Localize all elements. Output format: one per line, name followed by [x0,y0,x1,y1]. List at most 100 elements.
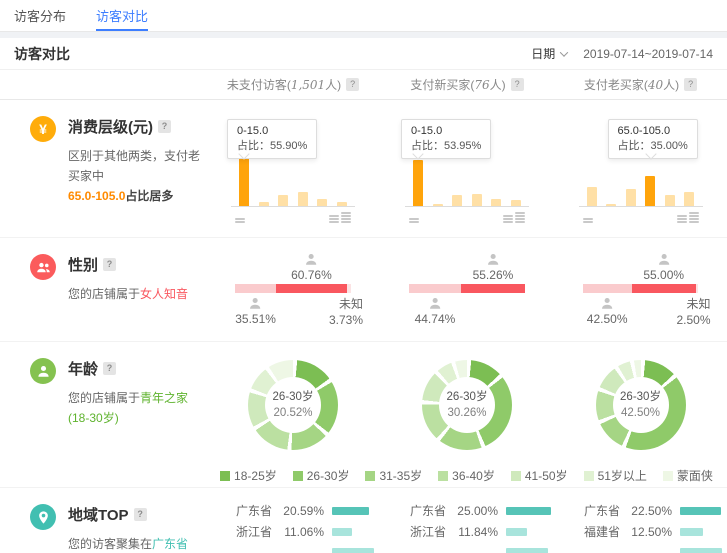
help-icon[interactable]: ? [511,78,524,91]
consumption-bar-chart[interactable]: 0-15.0 占比：53.95% [405,100,529,238]
section-region-top: 地域TOP ? 您的访客聚集在广东省 广东省 20.59% 浙江省 11.06% [0,488,727,553]
tab-visitor-compare[interactable]: 访客对比 [96,0,148,31]
unknown-segment [347,284,351,293]
male-segment [409,284,461,293]
region-row: 广东省 22.50% [554,500,727,521]
region-info: 地域TOP ? 您的访客聚集在广东省 [0,488,206,553]
region-row: 广东省 25.00% [380,500,554,521]
legend-item: 蒙面侠 [663,467,713,484]
region-list: 广东省 25.00% 浙江省 11.84% [380,488,554,553]
region-bar [506,507,551,515]
region-bar-partial [506,548,548,553]
consumption-bar-chart[interactable]: 0-15.0 占比：55.90% [231,100,355,238]
male-person-icon [427,296,442,311]
column-header-new-buyers: 支付新买家(76人) ? [380,70,554,99]
age-legend: 18-25岁 26-30岁 31-35岁 36-40岁 41-50岁 51岁以上… [206,464,727,487]
age-donut-chart[interactable]: 26-30岁 42.50% [596,360,686,450]
section-consumption-level: ¥ 消费层级(元) ? 区别于其他两类，支付老买家中 65.0-105.0占比居… [0,100,727,238]
gender-stacked-bar[interactable]: 55.26% 44.74% [409,238,525,342]
help-icon[interactable]: ? [684,78,697,91]
consumption-chart-cell: 65.0-105.0 占比：35.00% [554,100,727,238]
help-icon[interactable]: ? [103,258,116,271]
consumption-desc-highlight: 65.0-105.0 [68,189,125,203]
chevron-down-icon [560,48,568,56]
visitor-compare-page: 访客分布 访客对比 访客对比 日期 2019-07-14~2019-07-14 … [0,0,727,553]
region-desc: 您的访客聚集在广东省 [68,534,188,553]
gender-chart-cell: 60.76% 35.51% 未知 3.73% [206,238,380,342]
donut-center-label: 26-30岁 42.50% [613,377,669,433]
bar-group [579,157,703,207]
help-icon[interactable]: ? [158,120,171,133]
column-headers: 未支付访客(1,501人) ? 支付新买家(76人) ? 支付老买家(40人) … [0,70,727,100]
consumption-chart-cell: 0-15.0 占比：55.90% [206,100,380,238]
coin-stacks-icon [503,211,525,223]
age-title: 年龄 ? [68,358,200,379]
gender-chart-cell: 55.26% 44.74% [380,238,554,342]
coin-stacks-icon [329,211,351,223]
section-gender: 性别 ? 您的店铺属于女人知音 60.76% [0,238,727,342]
male-person-icon [600,296,615,311]
age-donut-chart[interactable]: 26-30岁 30.26% [422,360,512,450]
legend-swatch [365,471,375,481]
consumption-bar-chart[interactable]: 65.0-105.0 占比：35.00% [579,100,703,238]
legend-item: 41-50岁 [511,467,568,484]
help-icon[interactable]: ? [346,78,359,91]
date-filter-dropdown[interactable]: 日期 [531,45,567,62]
male-share: 42.50% [587,296,628,326]
coin-stacks-icon [677,211,699,223]
gender-bar[interactable] [409,284,525,293]
help-icon[interactable]: ? [103,362,116,375]
tab-visitor-distribution[interactable]: 访客分布 [14,0,66,31]
gender-title: 性别 ? [68,254,188,275]
consumption-info: ¥ 消费层级(元) ? 区别于其他两类，支付老买家中 65.0-105.0占比居… [0,100,206,238]
gender-bar[interactable] [235,284,351,293]
region-bar-partial [332,548,374,553]
bar-group [231,157,355,207]
page-title: 访客对比 [14,44,70,64]
currency-yen-icon: ¥ [30,116,56,142]
legend-item: 36-40岁 [438,467,495,484]
date-filter-label: 日期 [531,45,555,62]
help-icon[interactable]: ? [134,508,147,521]
gender-stacked-bar[interactable]: 55.00% 42.50% 未知 2.50% [583,238,699,342]
top-tabbar: 访客分布 访客对比 [0,0,727,32]
panel-header: 访客对比 日期 2019-07-14~2019-07-14 [0,38,727,70]
legend-item: 31-35岁 [365,467,422,484]
region-list: 广东省 20.59% 浙江省 11.06% [206,488,380,553]
legend-item: 18-25岁 [220,467,277,484]
male-person-icon [248,296,263,311]
region-bar [680,528,703,536]
region-list: 广东省 22.50% 福建省 12.50% [554,488,727,553]
gender-info: 性别 ? 您的店铺属于女人知音 [0,238,206,342]
region-chart-cell: 广东省 25.00% 浙江省 11.84% [380,488,554,553]
legend-swatch [511,471,521,481]
bar-group [405,157,529,207]
column-header-unpaid: 未支付访客(1,501人) ? [206,70,380,99]
female-person-icon [304,252,319,267]
age-donut-chart[interactable]: 26-30岁 20.52% [248,360,338,450]
male-segment [235,284,276,293]
section-age: 年龄 ? 您的店铺属于青年之家(18-30岁) 26-30岁 20.52% [0,342,727,488]
unknown-segment [696,284,699,293]
female-person-icon [656,252,671,267]
region-row: 福建省 12.50% [554,521,727,542]
male-share: 44.74% [415,296,456,326]
gender-stacked-bar[interactable]: 60.76% 35.51% 未知 3.73% [235,238,351,342]
female-segment [276,284,346,293]
region-title: 地域TOP ? [68,504,188,525]
female-share: 55.00% [643,252,684,282]
legend-swatch [663,471,673,481]
female-segment [461,284,525,293]
consumption-chart-cell: 0-15.0 占比：53.95% [380,100,554,238]
gender-bar[interactable] [583,284,699,293]
region-bar [680,507,721,515]
region-bar [332,528,352,536]
region-row: 浙江省 11.84% [380,521,554,542]
region-bar [332,507,369,515]
donut-center-label: 26-30岁 30.26% [439,377,495,433]
region-chart-cell: 广东省 20.59% 浙江省 11.06% [206,488,380,553]
region-row: 浙江省 11.06% [206,521,380,542]
people-icon [30,254,56,280]
price-axis [231,211,355,223]
region-bar [506,528,527,536]
